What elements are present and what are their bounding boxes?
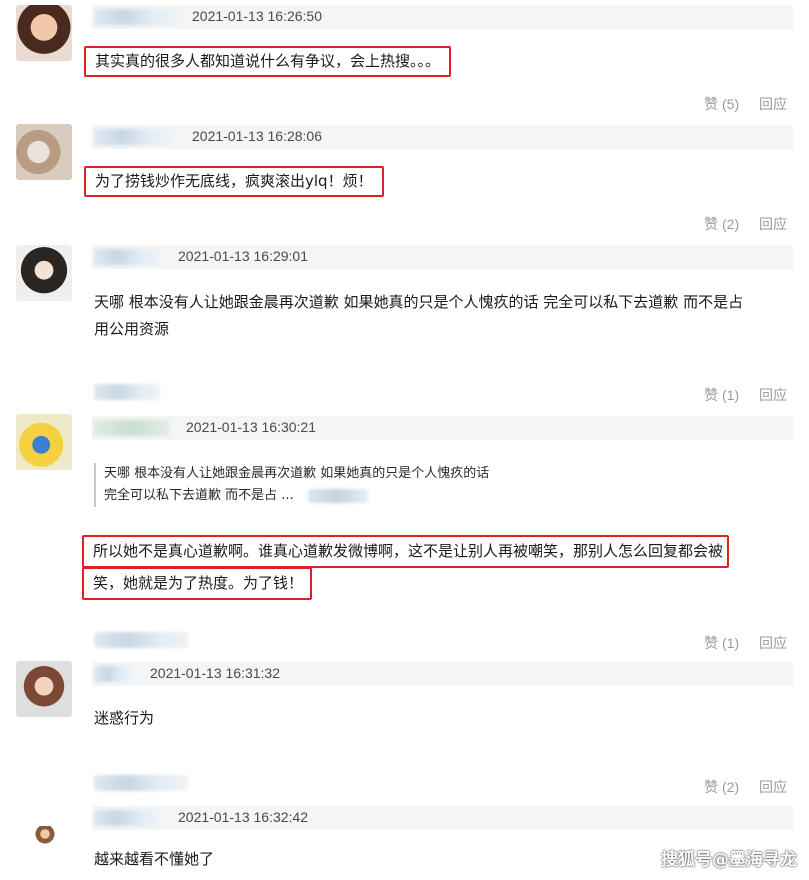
comment-actions: 赞 (1) 回应 — [704, 633, 787, 653]
username-blurred — [94, 632, 188, 648]
comment-actions: 赞 (5) 回应 — [704, 94, 787, 114]
highlight-box: 所以她不是真心道歉啊。谁真心道歉发微博啊，这不是让别人再被嘲笑，那别人怎么回复都… — [82, 535, 730, 568]
comment-line: 用公用资源 — [94, 320, 170, 338]
quote-line-text: 完全可以私下去道歉 而不是占 ... — [104, 488, 294, 503]
username-blurred[interactable] — [94, 129, 172, 145]
username-blurred[interactable] — [94, 249, 160, 265]
comment-timestamp: 2021-01-13 16:32:42 — [178, 809, 308, 825]
avatar[interactable] — [16, 245, 72, 301]
action-bar — [92, 628, 793, 652]
avatar[interactable] — [16, 5, 72, 61]
like-button[interactable]: 赞 (1) — [704, 387, 739, 403]
comment-timestamp: 2021-01-13 16:29:01 — [178, 248, 308, 264]
comment-text: 越来越看不懂她了 — [94, 850, 215, 868]
comment-actions: 赞 (2) 回应 — [704, 214, 787, 234]
highlight-box: 笑，她就是为了热度。为了钱！ — [82, 567, 313, 600]
comment-header: 2021-01-13 16:28:06 — [92, 125, 793, 149]
username-blurred[interactable] — [94, 810, 160, 826]
comment-timestamp: 2021-01-13 16:26:50 — [192, 8, 322, 24]
comment-timestamp: 2021-01-13 16:31:32 — [150, 665, 280, 681]
avatar[interactable] — [16, 124, 72, 180]
comment-text: 其实真的很多人都知道说什么有争议，会上热搜。。。 — [84, 46, 452, 77]
like-button[interactable]: 赞 (2) — [704, 216, 739, 232]
like-button[interactable]: 赞 (5) — [704, 96, 739, 112]
quote-author-blurred — [307, 488, 368, 503]
like-button[interactable]: 赞 (1) — [704, 635, 739, 651]
comment-header: 2021-01-13 16:32:42 — [92, 806, 793, 830]
username-blurred[interactable] — [94, 420, 170, 436]
comment-text: 天哪 根本没有人让她跟金晨再次道歉 如果她真的只是个人愧疚的话 完全可以私下去道… — [94, 289, 794, 343]
comment-header: 2021-01-13 16:26:50 — [92, 5, 793, 29]
comment-line: 天哪 根本没有人让她跟金晨再次道歉 如果她真的只是个人愧疚的话 完全可以私下去道… — [94, 293, 744, 311]
comment-actions: 赞 (1) 回应 — [704, 385, 787, 405]
avatar[interactable] — [16, 414, 72, 470]
reply-button[interactable]: 回应 — [759, 216, 787, 232]
comment-header: 2021-01-13 16:29:01 — [92, 245, 793, 269]
comment-text: 迷惑行为 — [94, 709, 155, 727]
username-blurred[interactable] — [94, 666, 132, 682]
comment-text: 为了捞钱炒作无底线，疯爽滚出ylq！烦！ — [84, 166, 384, 197]
comment-header: 2021-01-13 16:31:32 — [92, 662, 793, 686]
reply-button[interactable]: 回应 — [759, 96, 787, 112]
highlight-box: 为了捞钱炒作无底线，疯爽滚出ylq！烦！ — [84, 166, 384, 197]
like-button[interactable]: 赞 (2) — [704, 779, 739, 795]
avatar[interactable] — [35, 826, 55, 846]
action-bar — [92, 380, 793, 404]
reply-button[interactable]: 回应 — [759, 779, 787, 795]
quoted-comment: 天哪 根本没有人让她跟金晨再次道歉 如果她真的只是个人愧疚的话 完全可以私下去道… — [94, 463, 664, 507]
comment-header: 2021-01-13 16:30:21 — [92, 416, 793, 440]
comment-timestamp: 2021-01-13 16:30:21 — [186, 419, 316, 435]
action-bar — [92, 771, 793, 795]
reply-button[interactable]: 回应 — [759, 635, 787, 651]
reply-button[interactable]: 回应 — [759, 387, 787, 403]
avatar[interactable] — [16, 661, 72, 717]
username-blurred[interactable] — [94, 9, 178, 25]
comment-text: 所以她不是真心道歉啊。谁真心道歉发微博啊，这不是让别人再被嘲笑，那别人怎么回复都… — [82, 535, 730, 600]
quote-line: 完全可以私下去道歉 而不是占 ... — [104, 485, 664, 507]
username-blurred — [94, 775, 188, 791]
highlight-box: 其实真的很多人都知道说什么有争议，会上热搜。。。 — [84, 46, 452, 77]
watermark: 搜狐号@墨海寻龙 — [661, 850, 797, 870]
username-blurred — [94, 384, 160, 400]
comment-timestamp: 2021-01-13 16:28:06 — [192, 128, 322, 144]
comment-actions: 赞 (2) 回应 — [704, 777, 787, 797]
quote-line: 天哪 根本没有人让她跟金晨再次道歉 如果她真的只是个人愧疚的话 — [104, 466, 490, 481]
